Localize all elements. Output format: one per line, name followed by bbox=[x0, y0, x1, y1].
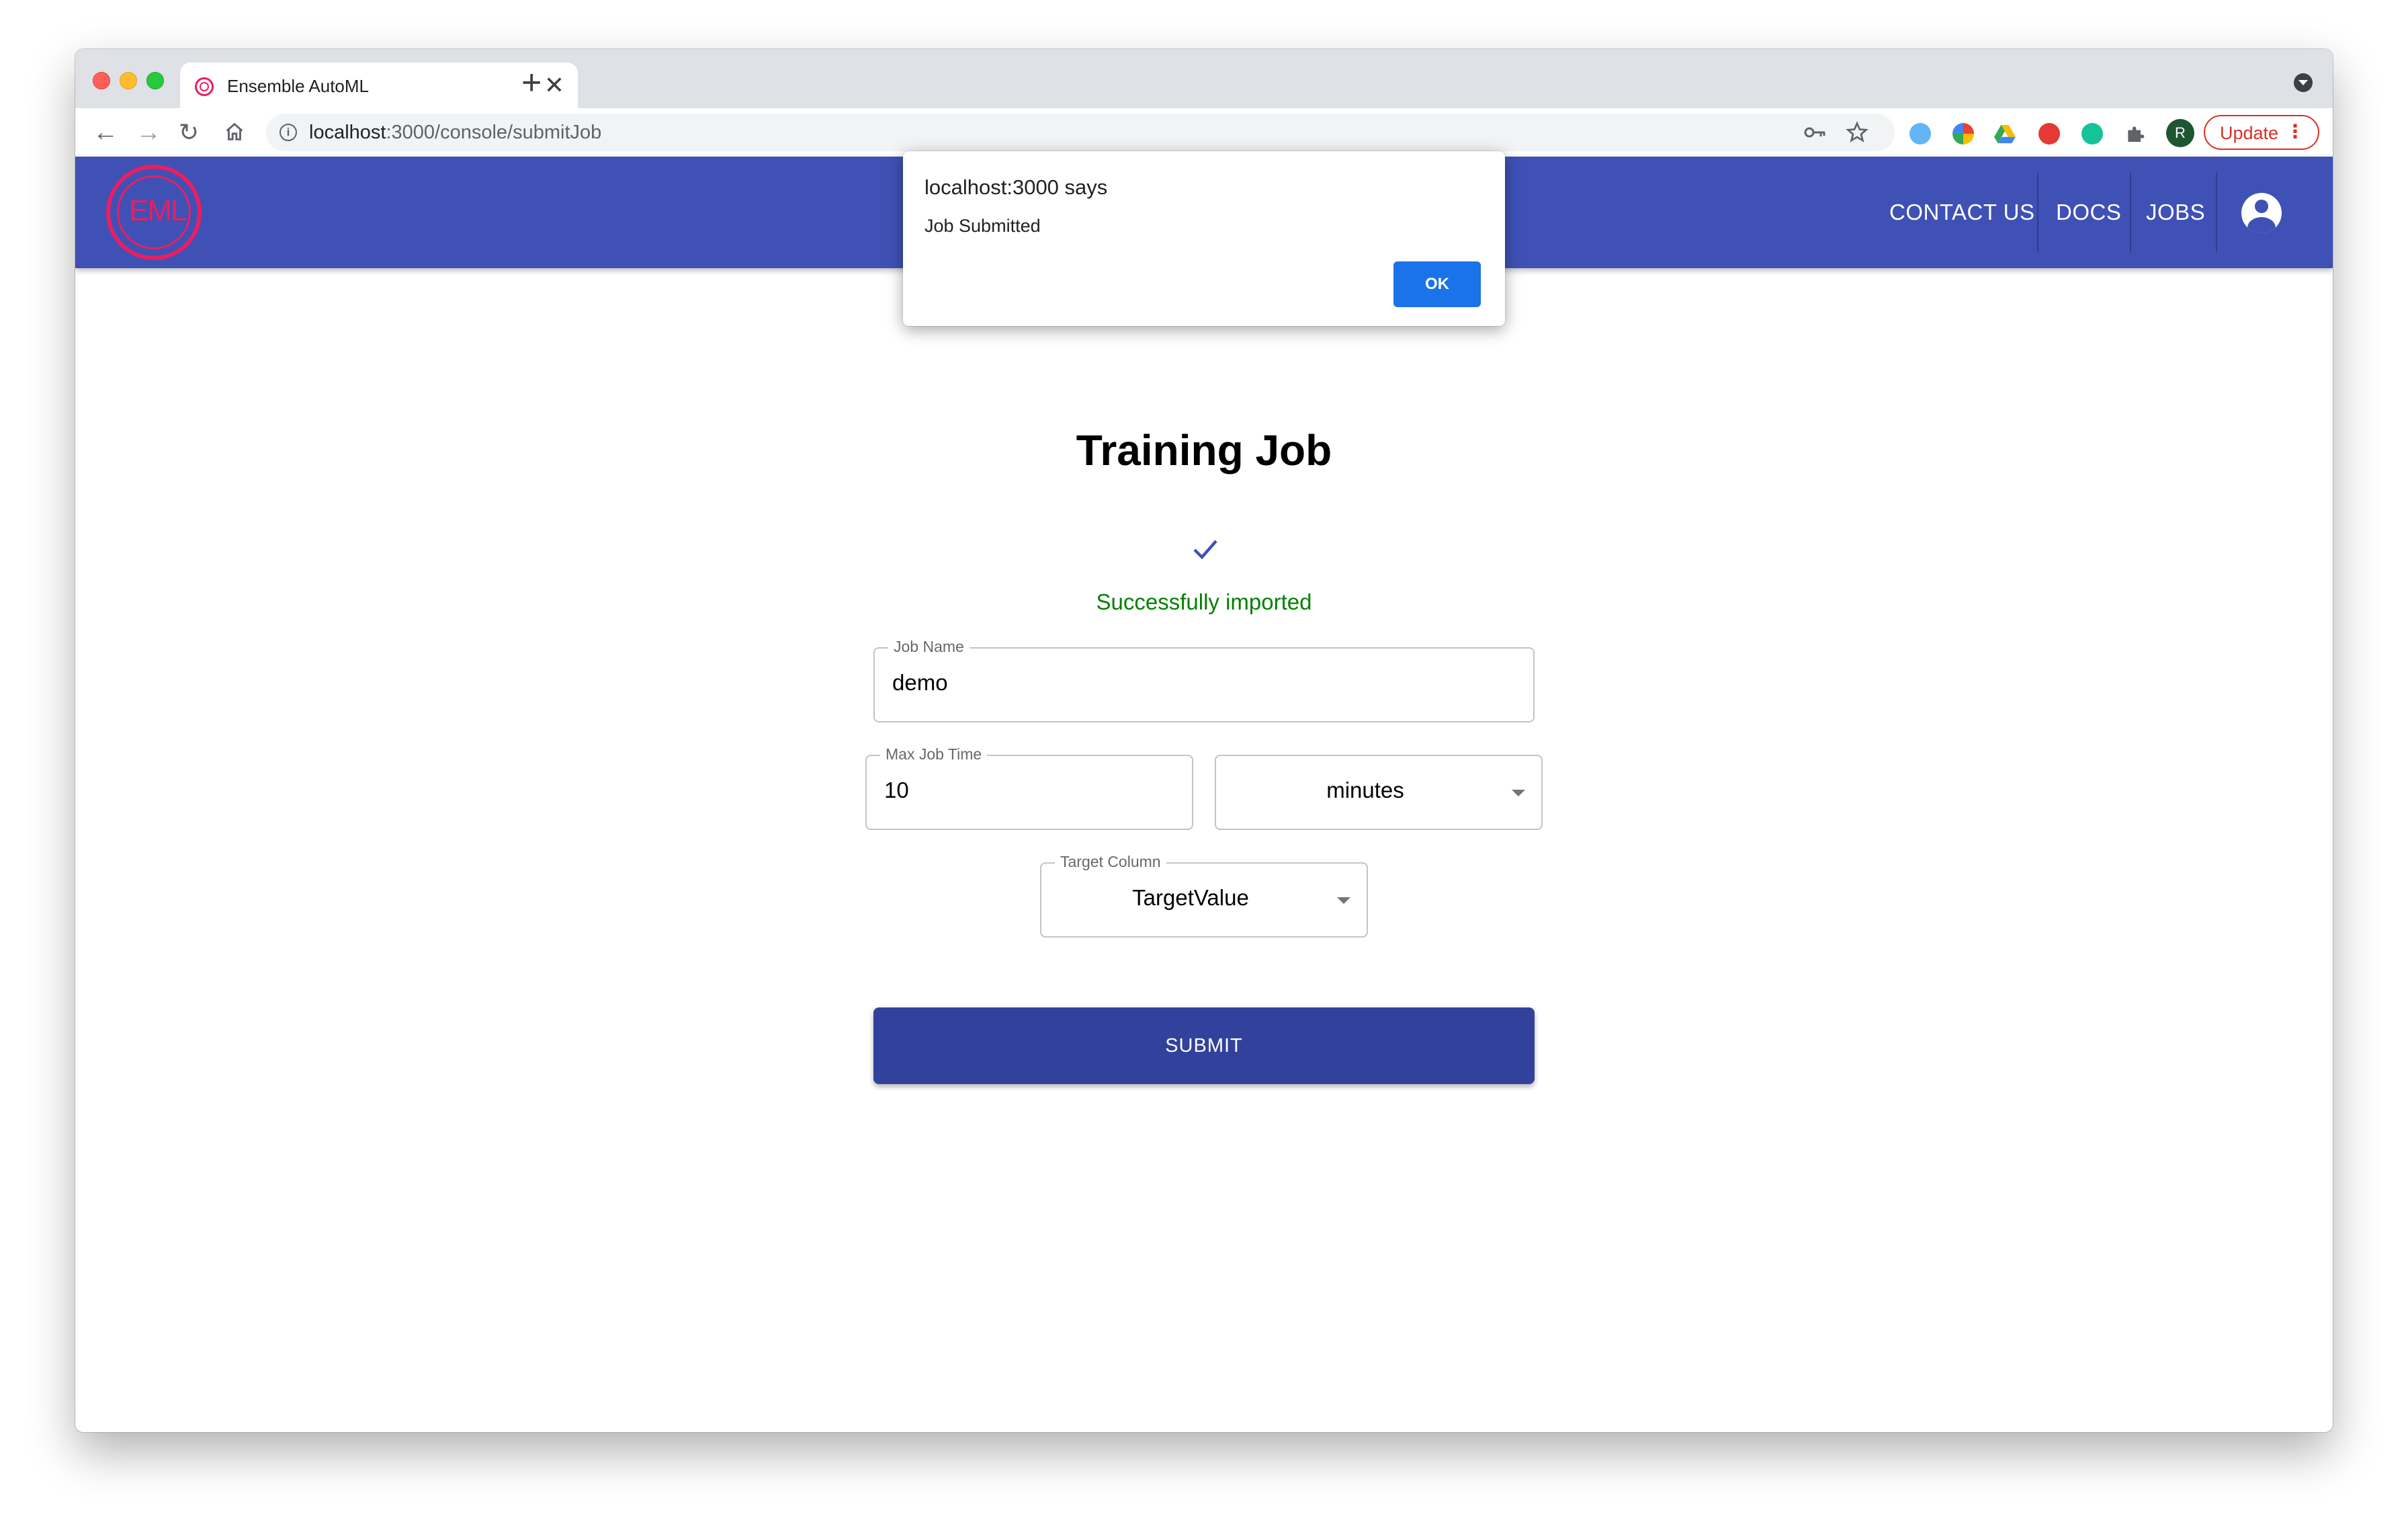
forward-arrow-icon[interactable]: → bbox=[136, 118, 161, 147]
new-tab-button[interactable]: + bbox=[521, 64, 542, 101]
job-name-label: Job Name bbox=[888, 638, 970, 656]
nav-jobs[interactable]: JOBS bbox=[2146, 200, 2205, 225]
home-icon[interactable] bbox=[223, 120, 246, 143]
profile-avatar[interactable]: R bbox=[2166, 119, 2194, 147]
grammarly-icon[interactable] bbox=[2081, 123, 2103, 144]
bookmark-star-icon[interactable] bbox=[1845, 120, 1869, 144]
browser-toolbar: ← → ↻ i localhost:3000/console/submitJob bbox=[75, 108, 2333, 157]
favicon-icon bbox=[195, 77, 214, 96]
extension-colorful-icon[interactable] bbox=[1952, 123, 1974, 144]
url-text[interactable]: localhost:3000/console/submitJob bbox=[309, 122, 601, 144]
nav-divider bbox=[2130, 173, 2131, 252]
update-button[interactable]: Update ⋮ bbox=[2204, 115, 2319, 150]
submit-button[interactable]: SUBMIT bbox=[873, 1007, 1535, 1084]
reload-icon[interactable]: ↻ bbox=[179, 118, 199, 147]
more-vert-icon: ⋮ bbox=[2286, 121, 2305, 142]
logo-text: EML bbox=[129, 194, 187, 227]
target-column-label: Target Column bbox=[1055, 853, 1166, 871]
nav-divider bbox=[2216, 173, 2217, 252]
minimize-window-button[interactable] bbox=[120, 72, 137, 89]
dialog-message: Job Submitted bbox=[924, 216, 1041, 236]
update-label: Update bbox=[2220, 123, 2279, 143]
close-window-button[interactable] bbox=[93, 72, 110, 89]
extensions-puzzle-icon[interactable] bbox=[2124, 123, 2146, 144]
tab-search-icon[interactable] bbox=[2294, 73, 2313, 92]
alert-dialog: localhost:3000 says Job Submitted OK bbox=[903, 151, 1505, 326]
extension-red-icon[interactable] bbox=[2038, 123, 2060, 144]
browser-tab[interactable]: Ensemble AutoML ✕ bbox=[180, 63, 578, 108]
tab-strip: Ensemble AutoML ✕ + bbox=[75, 49, 2333, 108]
check-icon bbox=[1193, 540, 1217, 560]
import-status-text: Successfully imported bbox=[1096, 589, 1312, 614]
account-circle-icon[interactable] bbox=[2241, 193, 2282, 233]
max-job-time-input[interactable]: 10 bbox=[884, 778, 909, 803]
max-job-time-label: Max Job Time bbox=[880, 745, 988, 763]
info-icon[interactable]: i bbox=[280, 124, 297, 141]
dialog-ok-button[interactable]: OK bbox=[1393, 261, 1481, 307]
nav-docs[interactable]: DOCS bbox=[2056, 200, 2121, 225]
back-arrow-icon[interactable]: ← bbox=[93, 118, 118, 147]
target-column-value: TargetValue bbox=[1132, 885, 1249, 910]
max-job-time-field[interactable]: Max Job Time 10 bbox=[865, 745, 1193, 830]
nav-contact-us[interactable]: CONTACT US bbox=[1889, 200, 2034, 225]
time-unit-value: minutes bbox=[1326, 778, 1404, 802]
job-name-field[interactable]: Job Name demo bbox=[873, 638, 1535, 722]
dropdown-arrow-icon bbox=[1512, 790, 1525, 796]
time-unit-select[interactable]: minutes bbox=[1215, 755, 1543, 830]
key-icon[interactable] bbox=[1803, 123, 1828, 142]
nav-divider bbox=[2037, 173, 2038, 252]
eml-logo[interactable]: EML bbox=[106, 165, 202, 260]
address-bar[interactable]: i localhost:3000/console/submitJob bbox=[266, 114, 1895, 151]
dialog-title: localhost:3000 says bbox=[924, 175, 1108, 199]
google-drive-icon[interactable] bbox=[1994, 123, 2016, 144]
browser-window: Ensemble AutoML ✕ + ← → ↻ i localhost:30… bbox=[75, 49, 2333, 1432]
job-name-input[interactable]: demo bbox=[892, 670, 948, 696]
page-title: Training Job bbox=[1076, 426, 1332, 474]
dropdown-arrow-icon bbox=[1337, 897, 1350, 904]
maximize-window-button[interactable] bbox=[146, 72, 164, 89]
tab-title: Ensemble AutoML bbox=[227, 76, 370, 96]
extension-compass-icon[interactable] bbox=[1909, 123, 1931, 144]
target-column-select[interactable]: Target Column TargetValue bbox=[1040, 853, 1368, 938]
tab-close-icon[interactable]: ✕ bbox=[544, 72, 564, 99]
